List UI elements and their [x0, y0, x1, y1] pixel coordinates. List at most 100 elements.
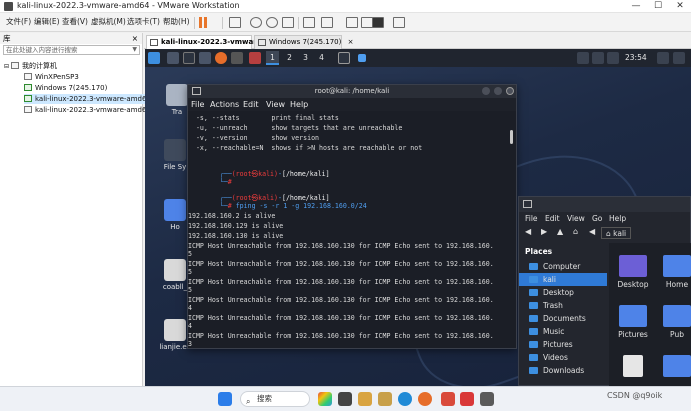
windows-start-icon[interactable]	[218, 392, 232, 406]
place-pictures[interactable]: Pictures	[519, 338, 607, 351]
panel-app-icon[interactable]	[249, 52, 261, 64]
revert-snapshot-icon[interactable]	[266, 17, 278, 28]
terminal-menu-edit[interactable]: Edit	[243, 100, 259, 109]
console-view-icon[interactable]	[372, 17, 384, 28]
workspace-1[interactable]: 1	[266, 51, 279, 65]
kali-menu-icon[interactable]	[148, 52, 160, 64]
place-trash[interactable]: Trash	[519, 299, 607, 312]
folder-item[interactable]	[657, 355, 691, 380]
pause-icon[interactable]	[198, 17, 210, 28]
terminal-launcher-icon[interactable]	[183, 52, 195, 64]
up-icon[interactable]: ▲	[557, 227, 563, 236]
taskbar-filemanager-button[interactable]	[358, 54, 366, 62]
stretch-icon[interactable]	[393, 17, 405, 28]
power-icon[interactable]	[673, 52, 685, 64]
folder-item[interactable]: Desktop	[613, 255, 653, 289]
tree-vm-item[interactable]: kali-linux-2022.3-vmware-amd64	[24, 105, 151, 115]
file-view[interactable]: Desktop Home Pictures Pub	[609, 243, 691, 386]
terminal-menu-help[interactable]: Help	[290, 100, 308, 109]
wps-icon[interactable]	[441, 392, 455, 406]
close-button[interactable]: ✕	[669, 0, 691, 13]
fm-menu-edit[interactable]: Edit	[545, 214, 560, 223]
fm-menu-go[interactable]: Go	[592, 214, 602, 223]
file-manager-icon[interactable]	[199, 52, 211, 64]
collapse-icon[interactable]: ⊟	[4, 63, 9, 70]
file-explorer-icon[interactable]	[358, 392, 372, 406]
place-computer[interactable]: Computer	[519, 260, 607, 273]
home-icon[interactable]: ⌂	[573, 227, 578, 236]
tree-root-my-computer[interactable]: ⊟ 我的计算机	[4, 61, 57, 71]
workspace-2[interactable]: 2	[283, 51, 296, 65]
minimize-icon[interactable]	[482, 87, 490, 95]
terminal-output[interactable]: -s, --stats print final stats -u, --unre…	[188, 112, 510, 350]
tree-vm-item[interactable]: WinXPenSP3	[24, 72, 79, 82]
minimize-button[interactable]: —	[625, 0, 647, 13]
menu-file[interactable]: 文件(F)	[6, 16, 31, 27]
file-manager-window[interactable]: File Edit View Go Help ◀ ▶ ▲ ⌂ ◀ ⌂ kali …	[518, 196, 691, 386]
chevron-down-icon[interactable]: ▼	[132, 46, 137, 54]
fm-menu-view[interactable]: View	[567, 214, 585, 223]
taskbar-search[interactable]: ⌕ 搜索	[240, 391, 310, 407]
tab-close-icon[interactable]: ×	[348, 36, 354, 49]
show-desktop-icon[interactable]	[167, 52, 179, 64]
tree-vm-item[interactable]: Windows 7(245.170)	[24, 83, 107, 93]
place-music[interactable]: Music	[519, 325, 607, 338]
volume-icon[interactable]	[592, 52, 604, 64]
menu-edit[interactable]: 编辑(E)	[34, 16, 60, 27]
panel-dropdown-icon[interactable]	[231, 52, 243, 64]
menu-view[interactable]: 查看(V)	[62, 16, 88, 27]
path-button[interactable]: ⌂ kali	[601, 227, 632, 239]
fm-menu-help[interactable]: Help	[609, 214, 626, 223]
task-view-icon[interactable]	[338, 392, 352, 406]
vmware-icon[interactable]	[480, 392, 494, 406]
workspace-3[interactable]: 3	[299, 51, 312, 65]
show-library-icon[interactable]	[303, 17, 315, 28]
edge-icon[interactable]	[398, 392, 412, 406]
display-icon[interactable]	[577, 52, 589, 64]
maximize-button[interactable]: ☐	[647, 0, 669, 13]
terminal-scrollbar[interactable]	[510, 130, 513, 144]
place-downloads[interactable]: Downloads	[519, 364, 607, 377]
fullscreen-icon[interactable]	[346, 17, 358, 28]
vm-console[interactable]: 1 2 3 4 23:54 Tra File Sy Ho coabll_ lia…	[145, 49, 691, 386]
folder-app-icon[interactable]	[378, 392, 392, 406]
menu-vm[interactable]: 虚拟机(M)	[91, 16, 126, 27]
thumbnail-icon[interactable]	[321, 17, 333, 28]
app-red-icon[interactable]	[460, 392, 474, 406]
library-search-input[interactable]: 在此处键入内容进行搜索 ▼	[3, 45, 140, 55]
tab-windows7[interactable]: Windows 7(245.170) ×	[254, 35, 353, 49]
panel-clock[interactable]: 23:54	[625, 53, 647, 62]
back-icon[interactable]: ◀	[525, 227, 531, 236]
notification-icon[interactable]	[607, 52, 619, 64]
snapshot-icon[interactable]	[250, 17, 262, 28]
workspace-4[interactable]: 4	[315, 51, 328, 65]
send-ctrl-alt-del-icon[interactable]	[229, 17, 241, 28]
folder-item[interactable]: Pictures	[613, 305, 653, 339]
terminal-window[interactable]: root@kali: /home/kali File Actions Edit …	[187, 84, 517, 349]
path-toggle-icon[interactable]: ◀	[589, 227, 595, 236]
terminal-menu-actions[interactable]: Actions	[210, 100, 239, 109]
file-item[interactable]	[613, 355, 653, 380]
library-close-button[interactable]: ×	[132, 33, 138, 44]
folder-item[interactable]: Pub	[657, 305, 691, 339]
maximize-icon[interactable]	[494, 87, 502, 95]
terminal-menu-view[interactable]: View	[266, 100, 285, 109]
snapshot-manager-icon[interactable]	[282, 17, 294, 28]
place-videos[interactable]: Videos	[519, 351, 607, 364]
firefox-icon[interactable]	[418, 392, 432, 406]
file-manager-title-bar[interactable]	[519, 197, 690, 212]
menu-tabs[interactable]: 选项卡(T)	[127, 16, 160, 27]
fm-menu-file[interactable]: File	[525, 214, 538, 223]
terminal-menu-file[interactable]: File	[191, 100, 204, 109]
widgets-icon[interactable]	[318, 392, 332, 406]
place-kali[interactable]: kali	[519, 273, 607, 286]
tree-vm-item-selected[interactable]: kali-linux-2022.3-vmware-amd64	[24, 94, 151, 104]
close-icon[interactable]	[506, 87, 514, 95]
taskbar-terminal-button[interactable]	[338, 52, 350, 64]
folder-item[interactable]: Home	[657, 255, 691, 289]
place-desktop[interactable]: Desktop	[519, 286, 607, 299]
firefox-icon[interactable]	[215, 52, 227, 64]
lock-screen-icon[interactable]	[657, 52, 669, 64]
forward-icon[interactable]: ▶	[541, 227, 547, 236]
menu-help[interactable]: 帮助(H)	[163, 16, 190, 27]
